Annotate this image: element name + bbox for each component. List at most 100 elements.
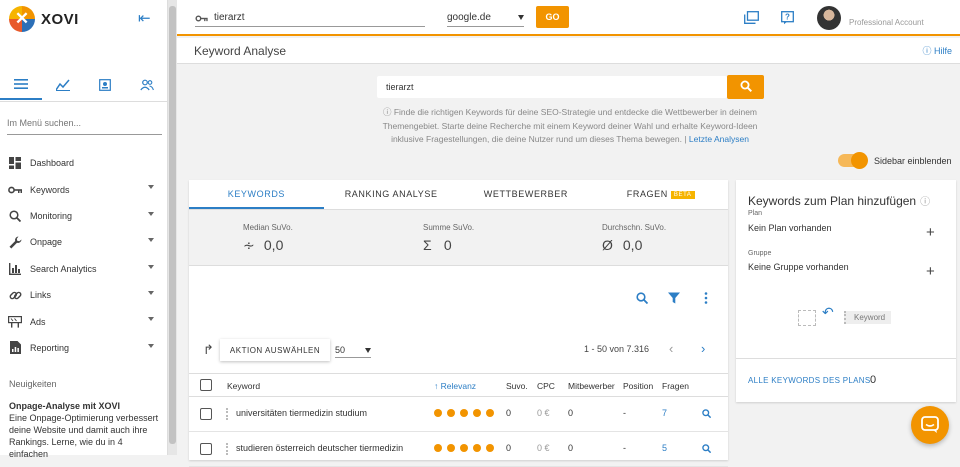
stat-average: Durchschn. SuVo. Ø 0,0 — [602, 223, 722, 253]
per-page-select[interactable]: 50 — [335, 343, 371, 358]
sidebar-item-keywords[interactable]: Keywords — [0, 176, 168, 202]
sidebar-scrollbar[interactable] — [168, 0, 177, 455]
users-icon[interactable] — [126, 70, 168, 100]
help-link[interactable]: ⓘ Hilfe — [922, 44, 952, 57]
chevron-down-icon — [148, 290, 154, 295]
stat-label: Durchschn. SuVo. — [602, 223, 667, 232]
search-icon[interactable] — [626, 292, 658, 307]
chevron-right-icon[interactable]: › — [701, 341, 705, 356]
action-row: ↱ AKTION AUSWÄHLEN — [203, 339, 331, 361]
avatar[interactable] — [817, 6, 841, 30]
projects-icon[interactable] — [744, 11, 759, 27]
cell-cpc: 0 € — [537, 408, 550, 418]
add-plan-icon[interactable]: + — [926, 224, 935, 241]
sidebar-item-ads[interactable]: Ads — [0, 308, 168, 334]
sidebar-item-reporting[interactable]: Reporting — [0, 335, 168, 361]
chat-button[interactable] — [911, 406, 949, 444]
go-button[interactable]: GO — [536, 6, 569, 28]
chevron-down-icon — [148, 317, 154, 322]
row-checkbox[interactable] — [200, 443, 212, 455]
col-suvo[interactable]: Suvo. — [506, 381, 528, 391]
cell-competitors: 0 — [568, 443, 574, 453]
keyword-search-input[interactable] — [377, 76, 727, 98]
chat-icon — [921, 416, 939, 433]
select-all-checkbox[interactable] — [200, 379, 212, 391]
logo[interactable]: XOVI — [9, 6, 79, 32]
drag-handle-icon[interactable] — [226, 408, 230, 420]
cell-position: - — [623, 443, 626, 453]
menu-search-input[interactable] — [7, 118, 162, 135]
col-competitors[interactable]: Mitbewerber — [568, 381, 615, 391]
table-row[interactable]: universitäten tiermedizin studium 0 0 € … — [189, 397, 728, 432]
drag-handle-icon[interactable] — [226, 443, 230, 455]
news-heading: Neuigkeiten — [9, 379, 57, 389]
stat-sum: Summe SuVo. Σ 0 — [423, 223, 543, 253]
toggle-switch[interactable] — [838, 152, 868, 169]
chevron-down-icon — [148, 264, 154, 269]
search-button[interactable] — [727, 75, 764, 99]
help-label: Hilfe — [933, 46, 952, 56]
all-keywords-link[interactable]: ALLE KEYWORDS DES PLANS — [748, 376, 871, 385]
sidebar-item-label: Ads — [30, 316, 46, 327]
account-label[interactable]: Professional Account — [849, 18, 924, 27]
select-action-button[interactable]: AKTION AUSWÄHLEN — [219, 339, 331, 361]
more-vert-icon[interactable] — [690, 292, 722, 307]
sidebar-divider — [0, 101, 168, 102]
col-questions[interactable]: Fragen — [662, 381, 689, 391]
tab-ranking-analyse[interactable]: RANKING ANALYSE — [324, 180, 459, 209]
help-chat-icon[interactable]: ? — [781, 11, 794, 28]
col-relevance[interactable]: ↑ Relevanz — [434, 381, 476, 391]
help-circle-icon: ⓘ — [922, 46, 932, 56]
sidebar-item-dashboard[interactable]: Dashboard — [0, 150, 168, 176]
tab-wettbewerber[interactable]: WETTBEWERBER — [459, 180, 594, 209]
drop-zone[interactable]: ↶ Keyword — [798, 304, 898, 330]
sidebar-item-search-analytics[interactable]: Search Analytics — [0, 256, 168, 282]
search-icon[interactable] — [702, 409, 712, 420]
dashboard-icon — [8, 156, 22, 170]
col-cpc[interactable]: CPC — [537, 381, 555, 391]
report-icon — [8, 341, 22, 355]
analysis-tabs: KEYWORDS RANKING ANALYSE WETTBEWERBER FR… — [189, 180, 728, 210]
chart-icon[interactable] — [42, 70, 84, 100]
row-checkbox[interactable] — [200, 408, 212, 420]
col-keyword[interactable]: Keyword — [227, 381, 260, 391]
news-title: Onpage-Analyse mit XOVI — [9, 401, 121, 411]
keyword-field[interactable]: tierarzt — [195, 9, 425, 27]
wrench-icon — [8, 235, 22, 249]
link-icon — [8, 288, 22, 302]
plan-panel-footer: ALLE KEYWORDS DES PLANS 0 — [736, 358, 956, 402]
col-position[interactable]: Position — [623, 381, 653, 391]
tab-keywords[interactable]: KEYWORDS — [189, 180, 324, 209]
median-icon: ∻ — [243, 237, 255, 253]
cell-questions[interactable]: 7 — [662, 408, 667, 418]
table-row[interactable]: studieren österreich deutscher tiermediz… — [189, 432, 728, 467]
help-circle-icon[interactable]: ⓘ — [920, 197, 930, 208]
scrollbar-thumb[interactable] — [169, 6, 176, 444]
last-analyses-link[interactable]: Letzte Analysen — [689, 134, 749, 144]
news-text: Eine Onpage-Optimierung verbessert deine… — [9, 413, 159, 459]
chevron-left-icon[interactable]: ‹ — [669, 341, 673, 356]
sidebar-toggle[interactable]: Sidebar einblenden — [838, 152, 952, 169]
sidebar-item-onpage[interactable]: Onpage — [0, 229, 168, 255]
keyword-chip: Keyword — [844, 311, 892, 324]
stats-bar: Median SuVo. ∻ 0,0 Summe SuVo. Σ 0 Durch… — [189, 210, 728, 266]
logo-text: XOVI — [41, 10, 79, 28]
sidebar-item-monitoring[interactable]: Monitoring — [0, 203, 168, 229]
contact-icon[interactable] — [84, 70, 126, 100]
tab-fragen[interactable]: FRAGEN BETA — [593, 180, 728, 209]
caret-down-icon — [365, 347, 371, 353]
add-group-icon[interactable]: + — [926, 263, 935, 280]
svg-text:?: ? — [785, 13, 790, 22]
list-icon[interactable] — [0, 70, 42, 100]
search-engine-select[interactable]: google.de — [447, 9, 524, 27]
cell-questions[interactable]: 5 — [662, 443, 667, 453]
news-teaser[interactable]: Onpage-Analyse mit XOVI Eine Onpage-Opti… — [9, 400, 164, 460]
filter-icon[interactable] — [658, 292, 690, 307]
search-engine-value: google.de — [447, 12, 491, 23]
sidebar-item-links[interactable]: Links — [0, 282, 168, 308]
search-icon[interactable] — [702, 444, 712, 455]
group-value[interactable]: Keine Gruppe vorhanden — [748, 262, 849, 272]
plan-value[interactable]: Kein Plan vorhanden — [748, 223, 832, 233]
collapse-sidebar-icon[interactable]: ⇤ — [138, 9, 151, 27]
sidebar-item-label: Keywords — [30, 184, 70, 195]
